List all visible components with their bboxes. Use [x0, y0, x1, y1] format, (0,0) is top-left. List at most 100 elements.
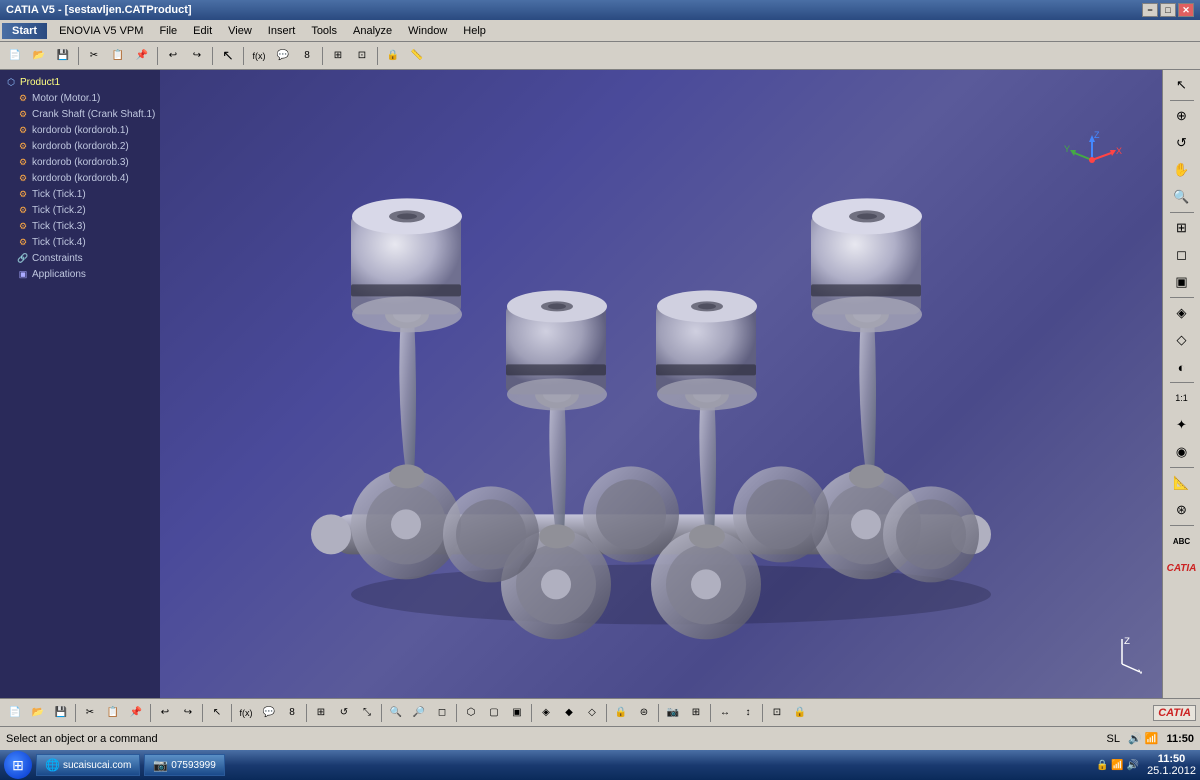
- bt-btn-fx[interactable]: f(x): [235, 702, 257, 724]
- tree-item-kordorob4[interactable]: ⚙ kordorob (kordorob.4): [14, 170, 158, 186]
- bt-btn-move[interactable]: ⊞: [310, 702, 332, 724]
- rt-btn-rotate[interactable]: ↺: [1168, 130, 1196, 156]
- bt-btn-misc2[interactable]: 📷: [662, 702, 684, 724]
- snap-button[interactable]: ⊡: [351, 45, 373, 67]
- menu-enovia[interactable]: ENOVIA V5 VPM: [51, 23, 151, 39]
- bt-btn-misc3[interactable]: ⊞: [685, 702, 707, 724]
- bt-btn-view-front[interactable]: ▢: [483, 702, 505, 724]
- tree-item-constraints[interactable]: 🔗 Constraints: [14, 250, 158, 266]
- rt-btn-section[interactable]: ✦: [1168, 412, 1196, 438]
- menu-insert[interactable]: Insert: [260, 23, 304, 39]
- close-button[interactable]: ✕: [1178, 3, 1194, 17]
- bt-btn-shade1[interactable]: ◈: [535, 702, 557, 724]
- clock-date: 25.1.2012: [1147, 765, 1196, 777]
- tree-item-tick4[interactable]: ⚙ Tick (Tick.4): [14, 234, 158, 250]
- bt-btn-fit[interactable]: ◻: [431, 702, 453, 724]
- bt-btn-undo[interactable]: ↩: [154, 702, 176, 724]
- windows-start-orb[interactable]: ⊞: [4, 751, 32, 779]
- 3d-viewport[interactable]: Z X Y: [160, 70, 1162, 698]
- paste-button[interactable]: 📌: [131, 45, 153, 67]
- rt-btn-abc[interactable]: ABC: [1168, 528, 1196, 554]
- copy-button[interactable]: 📋: [107, 45, 129, 67]
- tree-label-constraints: Constraints: [32, 253, 83, 264]
- tree-item-product1[interactable]: ⬡ Product1: [2, 74, 158, 90]
- rt-btn-dim[interactable]: 1:1: [1168, 385, 1196, 411]
- undo-button[interactable]: ↩: [162, 45, 184, 67]
- grid-button[interactable]: ⊞: [327, 45, 349, 67]
- macro-button[interactable]: 💬: [272, 45, 294, 67]
- bt-btn-cut[interactable]: ✂: [79, 702, 101, 724]
- bt-btn-save[interactable]: 💾: [50, 702, 72, 724]
- cursor-button[interactable]: ↖: [217, 45, 239, 67]
- bt-btn-cursor[interactable]: ↖: [206, 702, 228, 724]
- rt-btn-view1[interactable]: ◻: [1168, 242, 1196, 268]
- rt-btn-measure[interactable]: 📐: [1168, 470, 1196, 496]
- open-button[interactable]: 📂: [28, 45, 50, 67]
- menu-start[interactable]: Start: [2, 23, 47, 39]
- rt-btn-cursor[interactable]: ↖: [1168, 72, 1196, 98]
- bt-btn-1[interactable]: 📄: [4, 702, 26, 724]
- rt-btn-zoom[interactable]: 🔍: [1168, 184, 1196, 210]
- menu-file[interactable]: File: [151, 23, 185, 39]
- num-button[interactable]: 8: [296, 45, 318, 67]
- taskbar-item-1[interactable]: 🌐 sucaisucai.com: [36, 754, 140, 776]
- bt-btn-zoom-out[interactable]: 🔎: [408, 702, 430, 724]
- tree-item-kordorob2[interactable]: ⚙ kordorob (kordorob.2): [14, 138, 158, 154]
- bt-btn-2[interactable]: 📂: [27, 702, 49, 724]
- rt-btn-fit[interactable]: ⊞: [1168, 215, 1196, 241]
- bt-btn-redo[interactable]: ↪: [177, 702, 199, 724]
- save-button[interactable]: 💾: [52, 45, 74, 67]
- bt-btn-paste[interactable]: 📌: [125, 702, 147, 724]
- tree-item-motor[interactable]: ⚙ Motor (Motor.1): [14, 90, 158, 106]
- constraint-button[interactable]: 🔒: [382, 45, 404, 67]
- menu-analyze[interactable]: Analyze: [345, 23, 400, 39]
- tree-item-crankshaft[interactable]: ⚙ Crank Shaft (Crank Shaft.1): [14, 106, 158, 122]
- new-button[interactable]: 📄: [4, 45, 26, 67]
- bt-btn-tool1[interactable]: 🔒: [789, 702, 811, 724]
- menu-tools[interactable]: Tools: [303, 23, 345, 39]
- menu-view[interactable]: View: [220, 23, 260, 39]
- meas-button[interactable]: 📏: [406, 45, 428, 67]
- tree-item-kordorob1[interactable]: ⚙ kordorob (kordorob.1): [14, 122, 158, 138]
- rt-btn-hide[interactable]: ◐: [1168, 354, 1196, 380]
- menu-window[interactable]: Window: [400, 23, 455, 39]
- bt-btn-shade2[interactable]: ◆: [558, 702, 580, 724]
- minimize-button[interactable]: −: [1142, 3, 1158, 17]
- rt-btn-view2[interactable]: ▣: [1168, 269, 1196, 295]
- tree-item-kordorob3[interactable]: ⚙ kordorob (kordorob.3): [14, 154, 158, 170]
- bt-btn-dim2[interactable]: ↕: [737, 702, 759, 724]
- menu-help[interactable]: Help: [455, 23, 494, 39]
- tree-item-tick3[interactable]: ⚙ Tick (Tick.3): [14, 218, 158, 234]
- maximize-button[interactable]: □: [1160, 3, 1176, 17]
- bt-btn-copy[interactable]: 📋: [102, 702, 124, 724]
- bt-btn-8[interactable]: 8: [281, 702, 303, 724]
- bt-btn-snap[interactable]: 🔒: [610, 702, 632, 724]
- bt-btn-view-side[interactable]: ▣: [506, 702, 528, 724]
- bt-btn-shade3[interactable]: ◇: [581, 702, 603, 724]
- rt-btn-analyze[interactable]: ⊛: [1168, 497, 1196, 523]
- bt-sep-7: [456, 704, 457, 722]
- bt-btn-view-iso[interactable]: ⬡: [460, 702, 482, 724]
- catia-logo-btn[interactable]: CATIA: [1164, 555, 1200, 581]
- rt-btn-pan[interactable]: ✋: [1168, 157, 1196, 183]
- formula-button[interactable]: f(x): [248, 45, 270, 67]
- cut-button[interactable]: ✂: [83, 45, 105, 67]
- taskbar-item-2[interactable]: 📷 07593999: [144, 754, 224, 776]
- bt-btn-dim1[interactable]: ↔: [714, 702, 736, 724]
- bt-btn-rotate[interactable]: ↺: [333, 702, 355, 724]
- tree-item-tick1[interactable]: ⚙ Tick (Tick.1): [14, 186, 158, 202]
- rt-btn-wire[interactable]: ◇: [1168, 327, 1196, 353]
- bt-btn-zoom-in[interactable]: 🔍: [385, 702, 407, 724]
- bt-btn-scale[interactable]: ⤡: [356, 702, 378, 724]
- tree-label-crankshaft: Crank Shaft (Crank Shaft.1): [32, 109, 155, 120]
- bt-btn-end[interactable]: ⊡: [766, 702, 788, 724]
- tree-item-tick2[interactable]: ⚙ Tick (Tick.2): [14, 202, 158, 218]
- redo-button[interactable]: ↪: [186, 45, 208, 67]
- rt-btn-clip[interactable]: ◉: [1168, 439, 1196, 465]
- rt-btn-shade[interactable]: ◈: [1168, 300, 1196, 326]
- bt-btn-misc1[interactable]: ⊜: [633, 702, 655, 724]
- bt-btn-speech[interactable]: 💬: [258, 702, 280, 724]
- tree-item-applications[interactable]: ▣ Applications: [14, 266, 158, 282]
- menu-edit[interactable]: Edit: [185, 23, 220, 39]
- rt-btn-select[interactable]: ⊕: [1168, 103, 1196, 129]
